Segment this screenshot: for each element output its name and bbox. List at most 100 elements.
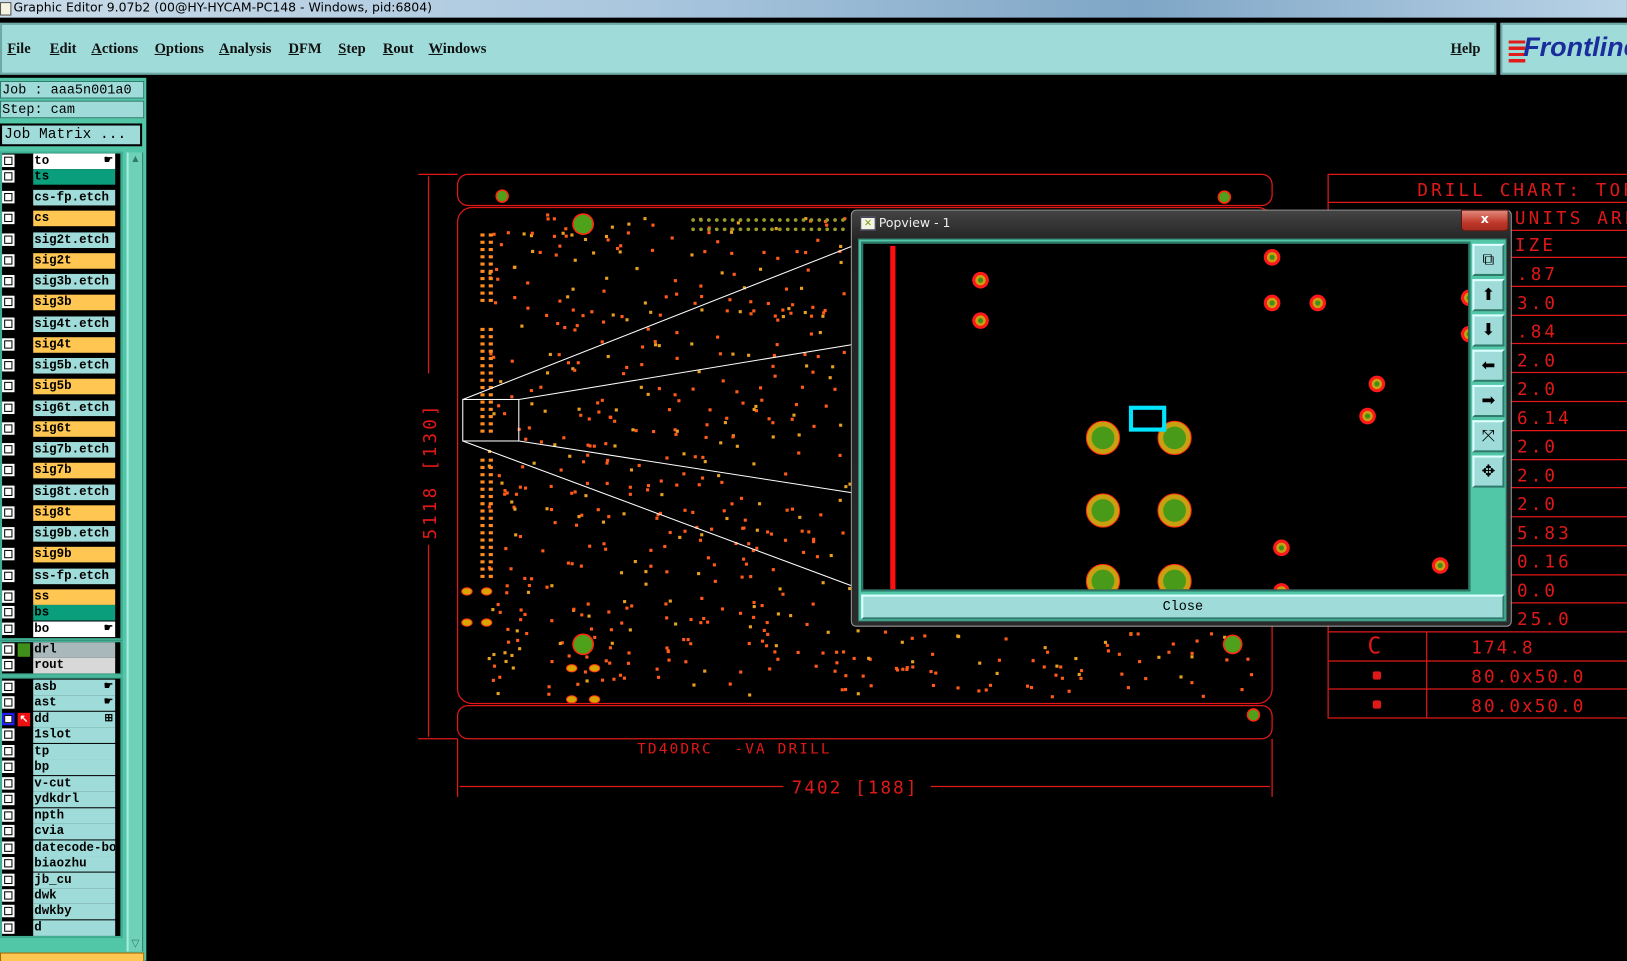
pad (905, 666, 909, 670)
pad (728, 682, 732, 686)
pad (504, 547, 508, 551)
pad (682, 472, 686, 476)
pad (545, 371, 550, 375)
pad (783, 538, 788, 542)
pad (995, 671, 999, 675)
pad (604, 547, 608, 551)
popview-close-x-button[interactable]: x (1460, 209, 1509, 232)
pad (488, 400, 493, 404)
pad (781, 315, 785, 319)
pad (571, 287, 575, 291)
zoom-window-icon[interactable]: ⧉ (1472, 243, 1505, 277)
pad (794, 403, 799, 407)
pan-right-icon[interactable]: ➡ (1472, 384, 1505, 418)
pad (577, 407, 581, 411)
pad (1190, 655, 1194, 659)
pad (747, 542, 751, 546)
pad (693, 455, 697, 459)
pad (725, 416, 729, 420)
pad (828, 376, 832, 380)
pad (701, 455, 705, 459)
pan-up-icon[interactable]: ⬆ (1472, 279, 1505, 312)
pad (707, 227, 711, 232)
pad (759, 386, 763, 390)
oval-pad (480, 587, 493, 596)
drill-chart-size: .84 (1517, 323, 1558, 343)
pad (613, 444, 617, 448)
pad (550, 584, 554, 588)
pad (527, 426, 531, 430)
pad (819, 513, 823, 517)
popview-frame: ⧉ ⬆ ⬇ ⬅ ➡ ⤧ ✥ Close (858, 238, 1507, 622)
drill-chart-size: 2.0 (1517, 466, 1558, 486)
pad (488, 255, 493, 259)
pad (713, 579, 717, 583)
pad (480, 523, 485, 528)
pad (752, 615, 756, 619)
pad (510, 395, 514, 399)
pad (488, 284, 493, 288)
pad (752, 462, 756, 466)
pad (762, 218, 766, 222)
pad (499, 380, 503, 384)
pad (760, 398, 764, 402)
pad (997, 658, 1001, 662)
pad (480, 480, 485, 484)
pad (628, 485, 632, 489)
pad (1179, 675, 1183, 679)
board-top-strip (456, 173, 1273, 207)
pad (584, 494, 588, 498)
pad (668, 599, 672, 603)
pad (809, 218, 814, 222)
pad (622, 676, 626, 680)
pad (573, 490, 577, 494)
pad (720, 271, 724, 275)
pad (1059, 665, 1063, 669)
pad (583, 237, 588, 242)
pad (496, 602, 500, 607)
pad (748, 625, 752, 629)
pad (629, 468, 634, 472)
pad (752, 407, 756, 411)
pad (480, 487, 485, 491)
drill-chart-size: 2.0 (1517, 495, 1558, 515)
pad (480, 385, 485, 390)
pad (1249, 673, 1254, 677)
popview-close-button[interactable]: Close (861, 594, 1505, 620)
pad (675, 292, 679, 296)
pad (705, 423, 709, 427)
pad (531, 249, 535, 253)
zoom-in-icon[interactable]: ⤧ (1472, 420, 1505, 453)
pad (583, 670, 587, 674)
pad (564, 227, 568, 231)
pad (480, 516, 485, 520)
pad (546, 213, 550, 217)
popview-canvas[interactable] (861, 241, 1471, 592)
pad (488, 247, 493, 252)
pad (805, 364, 809, 368)
pad (652, 429, 656, 434)
zoom-out-icon[interactable]: ✥ (1472, 455, 1505, 488)
pad (511, 666, 515, 670)
pad (817, 218, 822, 222)
pad (746, 218, 751, 222)
pad (1171, 642, 1175, 646)
pad (743, 518, 747, 522)
pad (765, 644, 769, 648)
pad (789, 311, 793, 315)
pad (480, 349, 485, 353)
pad (716, 335, 720, 339)
pad (839, 260, 843, 265)
pad (480, 429, 485, 433)
drill-chart-size: 80.0x50.0 (1471, 668, 1585, 688)
pad (797, 451, 801, 455)
pan-down-icon[interactable]: ⬇ (1472, 314, 1505, 347)
popview-toolbar: ⧉ ⬆ ⬇ ⬅ ➡ ⤧ ✥ (1472, 241, 1506, 592)
pad (480, 407, 485, 411)
pad (682, 452, 686, 456)
pad (605, 461, 609, 465)
pad (765, 621, 769, 625)
pad (644, 570, 648, 574)
pad (558, 244, 562, 248)
pan-left-icon[interactable]: ⬅ (1472, 349, 1505, 382)
